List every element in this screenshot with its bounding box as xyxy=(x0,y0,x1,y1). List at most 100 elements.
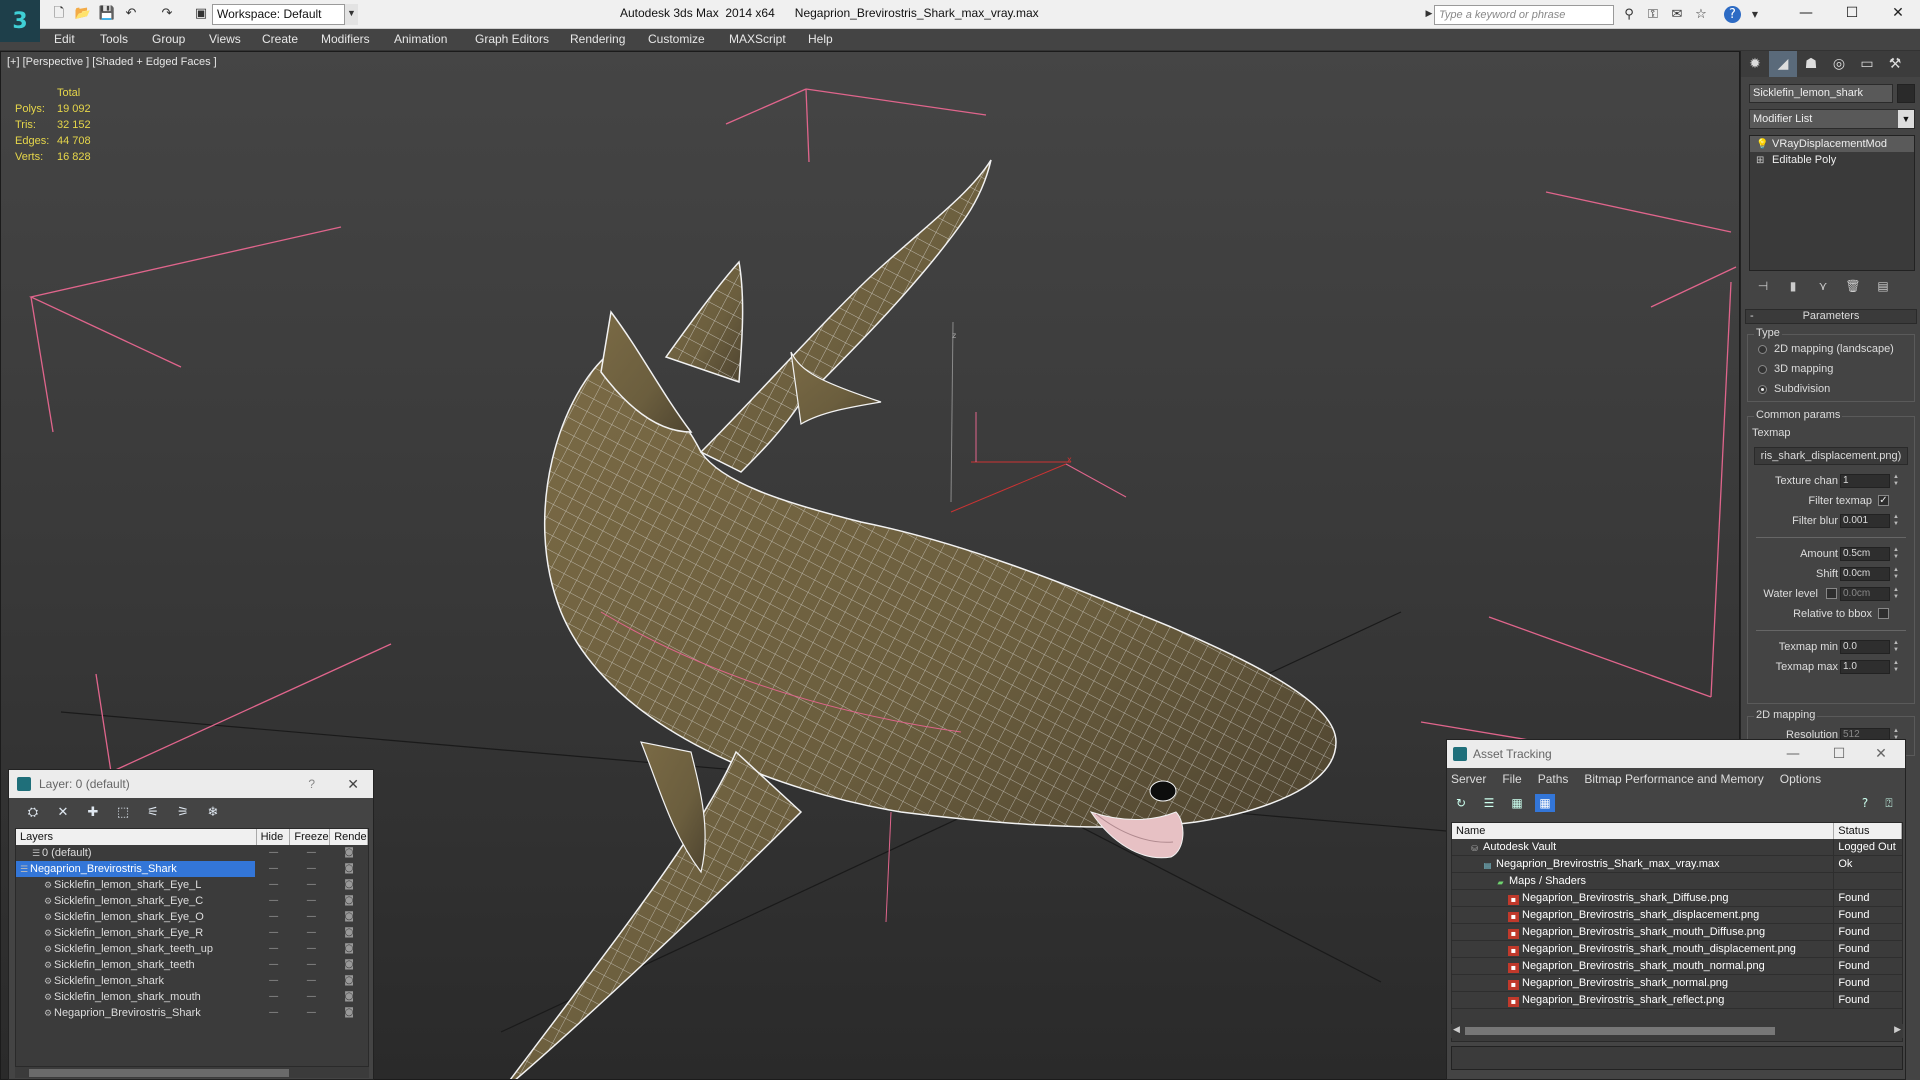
spinner-icon[interactable]: ▲ ▼ xyxy=(1892,514,1900,528)
app-logo-button[interactable]: 3 xyxy=(0,0,40,42)
asset-name-cell[interactable]: ▪ Negaprion_Brevirostris_shark_mouth_Diff… xyxy=(1452,924,1835,940)
layer-freeze-toggle[interactable]: — xyxy=(292,845,330,861)
parameters-rollout-header[interactable]: - Parameters xyxy=(1745,309,1917,324)
minimize-button[interactable]: — xyxy=(1773,740,1813,768)
layer-name-cell[interactable]: ⚙ Sicklefin_lemon_shark_mouth xyxy=(16,989,255,1005)
shark-model[interactable] xyxy=(501,159,1337,1080)
layer-name-cell[interactable]: ⚙ Sicklefin_lemon_shark_Eye_R xyxy=(16,925,255,941)
spinner-icon[interactable]: ▲ ▼ xyxy=(1892,567,1900,581)
help-icon[interactable]: ? xyxy=(1724,6,1741,23)
communication-center-icon[interactable]: ✉ xyxy=(1668,6,1686,23)
asset-row[interactable]: ▪ Negaprion_Brevirostris_shark_Diffuse.pn… xyxy=(1452,890,1902,907)
menu-edit[interactable]: Edit xyxy=(54,32,75,46)
filter-texmap-checkbox[interactable]: ✓ xyxy=(1878,495,1889,506)
redo-icon[interactable]: ↷ xyxy=(158,6,176,22)
layer-window-titlebar[interactable]: Layer: 0 (default) ? ✕ xyxy=(9,770,373,798)
undo-icon[interactable]: ↶ xyxy=(122,6,140,22)
new-layer-icon[interactable]: ⛭ xyxy=(23,804,43,822)
menu-help[interactable]: Help xyxy=(808,32,833,46)
layer-freeze-toggle[interactable]: — xyxy=(292,909,330,925)
hide-all-icon[interactable]: ⚞ xyxy=(173,804,193,822)
water-level-input[interactable]: 0.0cm xyxy=(1840,587,1890,601)
layer-row[interactable]: ⚙ Sicklefin_lemon_shark_Eye_L — — ◙ xyxy=(16,877,368,893)
stack-item-editable-poly[interactable]: ⊞ Editable Poly xyxy=(1750,152,1914,168)
add-to-layer-icon[interactable]: ✚ xyxy=(83,804,103,822)
radio-subdivision[interactable]: Subdivision xyxy=(1748,379,1914,399)
asset-name-cell[interactable]: ▪ Negaprion_Brevirostris_shark_Diffuse.pn… xyxy=(1452,890,1835,906)
column-header-freeze[interactable]: Freeze xyxy=(290,829,331,845)
layer-name-cell[interactable]: ☰ Negaprion_Brevirostris_Shark xyxy=(16,861,255,877)
menu-animation[interactable]: Animation xyxy=(394,32,447,46)
asset-row[interactable]: ▤ Negaprion_Brevirostris_Shark_max_vray.m… xyxy=(1452,856,1902,873)
help-icon[interactable]: ? xyxy=(1855,794,1875,812)
menu-graph-editors[interactable]: Graph Editors xyxy=(475,32,549,46)
scrollbar-thumb[interactable] xyxy=(1465,1027,1775,1035)
help-dropdown-icon[interactable]: ▼ xyxy=(1746,6,1764,23)
asset-name-cell[interactable]: ▪ Negaprion_Brevirostris_shark_reflect.pn… xyxy=(1452,992,1835,1008)
modifier-list-dropdown[interactable]: Modifier List ▼ xyxy=(1749,109,1915,129)
close-icon[interactable]: ✕ xyxy=(1861,740,1901,768)
object-name-field[interactable]: Sicklefin_lemon_shark xyxy=(1749,84,1893,103)
subscription-icon[interactable]: ⚿ xyxy=(1644,6,1662,23)
utilities-tab-icon[interactable]: ⚒ xyxy=(1881,51,1909,77)
layer-hide-toggle[interactable]: — xyxy=(255,893,293,909)
refresh-icon[interactable]: ↻ xyxy=(1451,794,1471,812)
menu-views[interactable]: Views xyxy=(209,32,241,46)
show-end-result-icon[interactable]: ▮ xyxy=(1785,277,1801,295)
asset-window-titlebar[interactable]: Asset Tracking — ☐ ✕ xyxy=(1447,740,1905,768)
asset-path-field[interactable] xyxy=(1451,1046,1903,1070)
layer-render-toggle[interactable]: ◙ xyxy=(330,909,368,925)
layer-row[interactable]: ⚙ Sicklefin_lemon_shark_Eye_C — — ◙ xyxy=(16,893,368,909)
layer-row[interactable]: ☰ Negaprion_Brevirostris_Shark — — ◙ xyxy=(16,861,368,877)
layer-render-toggle[interactable]: ◙ xyxy=(330,941,368,957)
workspace-dropdown-arrow-icon[interactable]: ▼ xyxy=(344,4,358,25)
asset-menu-bitmap-performance[interactable]: Bitmap Performance and Memory xyxy=(1584,768,1763,790)
texmap-max-input[interactable]: 1.0 xyxy=(1840,660,1890,674)
layer-freeze-toggle[interactable]: — xyxy=(292,877,330,893)
layer-hide-toggle[interactable]: — xyxy=(255,845,293,861)
delete-layer-icon[interactable]: ✕ xyxy=(53,804,73,822)
maximize-button[interactable]: ☐ xyxy=(1819,740,1859,768)
thumbnail-view-icon[interactable]: ▦ xyxy=(1507,794,1527,812)
make-unique-icon[interactable]: ⋎ xyxy=(1815,277,1831,295)
relative-to-bbox-checkbox[interactable] xyxy=(1878,608,1889,619)
layer-render-toggle[interactable]: ◙ xyxy=(330,1005,368,1021)
layer-hide-toggle[interactable]: — xyxy=(255,861,293,877)
filter-blur-input[interactable]: 0.001 xyxy=(1840,514,1890,528)
asset-row[interactable]: ▪ Negaprion_Brevirostris_shark_reflect.pn… xyxy=(1452,992,1902,1009)
asset-name-cell[interactable]: ▰ Maps / Shaders xyxy=(1452,873,1835,889)
layer-hide-toggle[interactable]: — xyxy=(255,877,293,893)
layer-render-toggle[interactable]: ◙ xyxy=(330,861,368,877)
layer-hide-toggle[interactable]: — xyxy=(255,989,293,1005)
project-folder-icon[interactable]: ▣ xyxy=(192,6,210,22)
asset-name-cell[interactable]: ⛁ Autodesk Vault xyxy=(1452,839,1835,855)
display-tab-icon[interactable]: ▭ xyxy=(1853,51,1881,77)
layer-horizontal-scrollbar[interactable] xyxy=(15,1066,369,1078)
layer-render-toggle[interactable]: ◙ xyxy=(330,957,368,973)
column-header-render[interactable]: Rende xyxy=(330,829,368,845)
layer-name-cell[interactable]: ⚙ Sicklefin_lemon_shark_Eye_O xyxy=(16,909,255,925)
bulb-icon[interactable]: 💡 xyxy=(1756,137,1768,153)
table-view-icon[interactable]: ▦ xyxy=(1535,794,1555,812)
layer-hide-toggle[interactable]: — xyxy=(255,909,293,925)
asset-name-cell[interactable]: ▪ Negaprion_Brevirostris_shark_mouth_disp… xyxy=(1452,941,1835,957)
scrollbar-thumb[interactable] xyxy=(29,1069,289,1077)
list-view-icon[interactable]: ☰ xyxy=(1479,794,1499,812)
close-icon[interactable]: ✕ xyxy=(347,770,359,798)
asset-row[interactable]: ▪ Negaprion_Brevirostris_shark_mouth_norm… xyxy=(1452,958,1902,975)
asset-row[interactable]: ▪ Negaprion_Brevirostris_shark_displaceme… xyxy=(1452,907,1902,924)
layer-row[interactable]: ⚙ Sicklefin_lemon_shark_Eye_O — — ◙ xyxy=(16,909,368,925)
menu-tools[interactable]: Tools xyxy=(100,32,128,46)
layer-render-toggle[interactable]: ◙ xyxy=(330,893,368,909)
menu-rendering[interactable]: Rendering xyxy=(570,32,625,46)
open-file-icon[interactable]: 📂 xyxy=(74,6,92,22)
asset-menu-server[interactable]: Server xyxy=(1451,768,1486,790)
layer-render-toggle[interactable]: ◙ xyxy=(330,845,368,861)
layer-row[interactable]: ⚙ Sicklefin_lemon_shark_Eye_R — — ◙ xyxy=(16,925,368,941)
column-header-name[interactable]: Name xyxy=(1452,823,1835,839)
save-file-icon[interactable]: 💾 xyxy=(98,6,116,22)
asset-menu-file[interactable]: File xyxy=(1502,768,1521,790)
layer-hide-toggle[interactable]: — xyxy=(255,1005,293,1021)
menu-maxscript[interactable]: MAXScript xyxy=(729,32,786,46)
spinner-icon[interactable]: ▲ ▼ xyxy=(1892,547,1900,561)
